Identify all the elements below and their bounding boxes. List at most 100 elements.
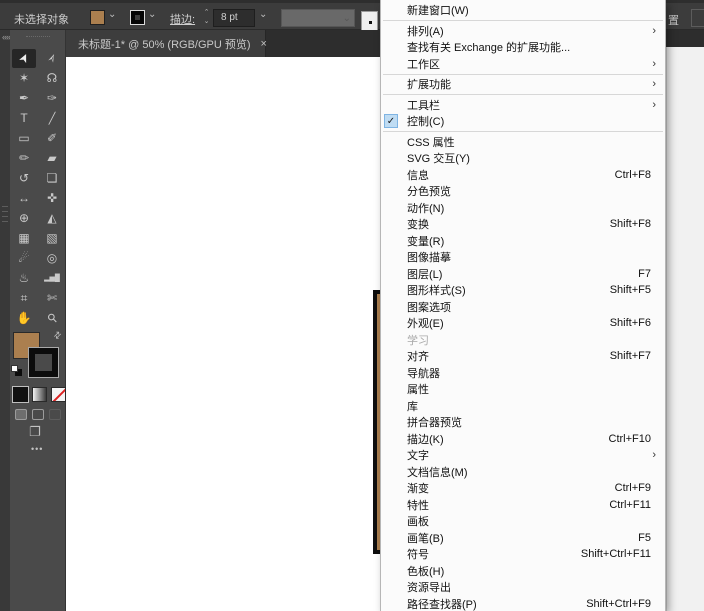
menu-item[interactable]: ✓控制(C)	[381, 113, 665, 130]
symbol-sprayer-tool[interactable]: ♨	[12, 269, 36, 288]
paintbrush-tool-icon: ✐	[47, 131, 57, 145]
menu-item[interactable]: 变换Shift+F8	[381, 216, 665, 233]
eyedropper-tool[interactable]: ☄	[12, 249, 36, 268]
puppet-warp-tool[interactable]: ✜	[40, 189, 64, 208]
menu-item[interactable]: 属性	[381, 381, 665, 398]
menu-item[interactable]: 新建窗口(W)	[381, 2, 665, 19]
menu-item-label: 工具栏	[407, 97, 440, 113]
menu-item-label: 变换	[407, 216, 429, 232]
menu-item[interactable]: 外观(E)Shift+F6	[381, 315, 665, 332]
menu-item[interactable]: 文档信息(M)	[381, 464, 665, 481]
stroke-panel-link[interactable]: 描边:	[170, 11, 195, 27]
artboard-tool[interactable]: ⌗	[12, 289, 36, 308]
menu-item[interactable]: 资源导出	[381, 579, 665, 596]
draw-normal-button[interactable]	[15, 409, 27, 420]
menu-item[interactable]: CSS 属性	[381, 134, 665, 151]
swap-fill-stroke-icon[interactable]: ⇄	[51, 329, 64, 342]
menu-item[interactable]: 导航器	[381, 365, 665, 382]
menu-item[interactable]: 色板(H)	[381, 563, 665, 580]
menu-item[interactable]: 排列(A)›	[381, 23, 665, 40]
menu-item[interactable]: 查找有关 Exchange 的扩展功能...	[381, 39, 665, 56]
menu-item[interactable]: 文字›	[381, 447, 665, 464]
lasso-tool[interactable]: ☊	[40, 69, 64, 88]
selection-tool[interactable]: ➤	[12, 49, 36, 68]
color-mode-fill-button[interactable]	[13, 387, 28, 402]
rotate-tool[interactable]: ↺	[12, 169, 36, 188]
edit-toolbar-button[interactable]: •••	[31, 444, 43, 454]
default-fill-stroke-icon[interactable]	[11, 365, 22, 376]
submenu-arrow-icon: ›	[652, 449, 656, 461]
rectangle-tool[interactable]: ▭	[12, 129, 36, 148]
slice-tool[interactable]: ✄	[40, 289, 64, 308]
menu-item[interactable]: 符号Shift+Ctrl+F11	[381, 546, 665, 563]
menu-item[interactable]: 画板	[381, 513, 665, 530]
brush-definition-swatch[interactable]	[361, 11, 378, 32]
toolbar-stroke-swatch[interactable]	[29, 348, 58, 377]
pen-tool[interactable]: ✒	[12, 89, 36, 108]
type-tool[interactable]: T	[12, 109, 36, 128]
menu-item[interactable]: 库	[381, 398, 665, 415]
hand-tool[interactable]: ✋	[12, 309, 36, 328]
menu-item[interactable]: 工具栏›	[381, 97, 665, 114]
stepper-up-icon[interactable]: ⌃	[204, 9, 210, 16]
width-tool[interactable]: ↔	[12, 189, 36, 208]
stroke-chevron-icon[interactable]: ⌄	[148, 9, 156, 20]
menu-item[interactable]: 对齐Shift+F7	[381, 348, 665, 365]
menu-item[interactable]: 拼合器预览	[381, 414, 665, 431]
menu-item[interactable]: 渐变Ctrl+F9	[381, 480, 665, 497]
draw-behind-button[interactable]	[32, 409, 44, 420]
menu-item[interactable]: 描边(K)Ctrl+F10	[381, 431, 665, 448]
pencil-tool[interactable]: ✏	[12, 149, 36, 168]
curvature-tool[interactable]: ✑	[40, 89, 64, 108]
direct-selection-tool[interactable]: ➣	[40, 49, 64, 68]
menu-item[interactable]: 路径查找器(P)Shift+Ctrl+F9	[381, 596, 665, 611]
menu-item[interactable]: SVG 交互(Y)	[381, 150, 665, 167]
line-segment-tool[interactable]: ╱	[40, 109, 64, 128]
menu-item[interactable]: 图形样式(S)Shift+F5	[381, 282, 665, 299]
close-tab-icon[interactable]: ×	[261, 38, 267, 50]
blend-tool[interactable]: ◎	[40, 249, 64, 268]
fill-color-swatch[interactable]	[90, 10, 105, 25]
menu-item[interactable]: 画笔(B)F5	[381, 530, 665, 547]
column-graph-tool[interactable]: ▂▅█	[40, 269, 64, 288]
menu-item[interactable]: 工作区›	[381, 56, 665, 73]
stroke-weight-input[interactable]: 8 pt	[213, 9, 255, 27]
app-bar-button-partial[interactable]	[691, 9, 704, 27]
menu-item[interactable]: 图层(L)F7	[381, 266, 665, 283]
color-mode-none-button[interactable]	[51, 387, 66, 402]
gradient-tool[interactable]: ▧	[40, 229, 64, 248]
menu-item[interactable]: 信息Ctrl+F8	[381, 167, 665, 184]
menu-item-label: CSS 属性	[407, 134, 455, 150]
scale-tool[interactable]: ❏	[40, 169, 64, 188]
stepper-down-icon[interactable]: ⌄	[204, 18, 210, 25]
menu-item[interactable]: 变量(R)	[381, 233, 665, 250]
shape-builder-tool[interactable]: ⊕	[12, 209, 36, 228]
collapse-toolbar-icon[interactable]: ««	[2, 32, 10, 42]
color-mode-gradient-button[interactable]	[32, 387, 47, 402]
shape-builder-tool-icon: ⊕	[19, 211, 29, 225]
toolbar-drag-grip[interactable]	[26, 36, 50, 38]
blend-tool-icon: ◎	[47, 251, 57, 265]
menu-item[interactable]: 扩展功能›	[381, 76, 665, 93]
menu-item[interactable]: 图案选项	[381, 299, 665, 316]
dock-grip-handle[interactable]	[2, 202, 8, 226]
stroke-weight-stepper[interactable]: ⌃ ⌄	[202, 8, 211, 28]
menu-item[interactable]: 特性Ctrl+F11	[381, 497, 665, 514]
magic-wand-tool[interactable]: ✶	[12, 69, 36, 88]
stroke-weight-chevron-icon[interactable]: ⌄	[259, 9, 267, 20]
eraser-tool[interactable]: ▰	[40, 149, 64, 168]
fill-chevron-icon[interactable]: ⌄	[108, 9, 116, 20]
perspective-grid-tool[interactable]: ◭	[40, 209, 64, 228]
menu-item[interactable]: 分色预览	[381, 183, 665, 200]
menu-item[interactable]: 动作(N)	[381, 200, 665, 217]
menu-item-label: 路径查找器(P)	[407, 596, 477, 611]
screen-mode-icon[interactable]: ❐	[29, 424, 41, 440]
settings-button-partial[interactable]: 置	[668, 12, 679, 28]
right-panel-dock[interactable]	[666, 47, 704, 611]
document-tab[interactable]: 未标题-1* @ 50% (RGB/GPU 预览) ×	[66, 30, 266, 57]
zoom-tool[interactable]: ⚲	[40, 309, 64, 328]
paintbrush-tool[interactable]: ✐	[40, 129, 64, 148]
menu-item[interactable]: 图像描摹	[381, 249, 665, 266]
stroke-color-swatch[interactable]	[130, 10, 145, 25]
mesh-tool[interactable]: ▦	[12, 229, 36, 248]
